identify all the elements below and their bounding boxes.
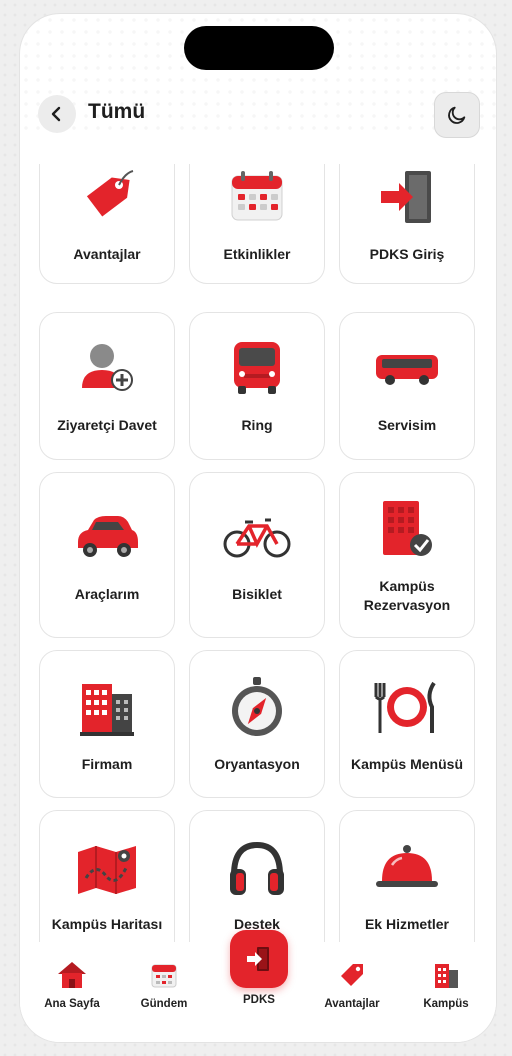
calendar-icon <box>190 164 324 247</box>
bus-icon <box>340 317 474 417</box>
nav-agenda[interactable]: Gündem <box>124 958 204 1018</box>
tile-araclarim[interactable]: Araçlarım <box>39 472 175 638</box>
tile-pdks-giris[interactable]: PDKS Giriş <box>339 164 475 284</box>
tile-label: Servisim <box>377 417 437 433</box>
dynamic-island <box>184 26 334 70</box>
tag-icon <box>40 164 174 247</box>
home-icon <box>55 958 89 992</box>
nav-campus-label: Kampüs <box>423 998 469 1010</box>
tile-label: Kampüs Menüsü <box>350 756 463 772</box>
add-person-icon <box>40 317 174 417</box>
tile-label: Firmam <box>81 756 133 772</box>
nav-pdks-button[interactable] <box>230 930 288 988</box>
tile-label: Araçlarım <box>74 586 140 602</box>
phone-screen: Tümü Avantajlar Etkinlikler PDKS Giriş Z… <box>20 14 496 1042</box>
nav-home[interactable]: Ana Sayfa <box>32 958 112 1018</box>
office-buildings-icon <box>40 657 174 757</box>
tile-kampus-menusu[interactable]: Kampüs Menüsü <box>339 650 475 798</box>
nav-advantages[interactable]: Avantajlar <box>312 958 392 1018</box>
tile-label: Bisiklet <box>232 586 282 602</box>
page-title: Tümü <box>88 100 146 123</box>
headphones-icon <box>190 819 324 919</box>
tile-label: Avantajlar <box>73 246 141 262</box>
tile-firmam[interactable]: Firmam <box>39 650 175 798</box>
tile-avantajlar[interactable]: Avantajlar <box>39 164 175 284</box>
bottom-navigation: Ana Sayfa Gündem PDKS Avantajlar Kampüs <box>20 930 496 1042</box>
tile-label: Kampüs Haritası <box>51 916 163 932</box>
theme-toggle-button[interactable] <box>434 92 480 138</box>
tile-servisim[interactable]: Servisim <box>339 312 475 460</box>
minibus-icon <box>190 317 324 417</box>
tile-label: Ek Hizmetler <box>364 916 450 932</box>
tile-kampus-rezervasyon[interactable]: Kampüs Rezervasyon <box>339 472 475 638</box>
tile-label: Etkinlikler <box>223 246 291 262</box>
bicycle-icon <box>190 487 324 587</box>
tile-ek-hizmetler[interactable]: Ek Hizmetler <box>339 810 475 954</box>
car-icon <box>40 487 174 587</box>
map-icon <box>40 819 174 919</box>
back-button[interactable] <box>38 95 76 133</box>
nav-campus[interactable]: Kampüs <box>406 958 486 1018</box>
plate-cutlery-icon <box>340 657 474 757</box>
tile-etkinlikler[interactable]: Etkinlikler <box>189 164 325 284</box>
calendar-icon <box>147 958 181 992</box>
nav-agenda-label: Gündem <box>140 998 188 1010</box>
tile-label: Ziyaretçi Davet <box>57 417 157 433</box>
compass-icon <box>190 657 324 757</box>
nav-home-label: Ana Sayfa <box>44 998 100 1010</box>
tile-label: Oryantasyon <box>214 756 300 772</box>
tile-kampus-haritasi[interactable]: Kampüs Haritası <box>39 810 175 954</box>
header: Tümü <box>38 92 480 138</box>
tile-oryantasyon[interactable]: Oryantasyon <box>189 650 325 798</box>
nav-pdks-label: PDKS <box>243 994 275 1006</box>
nav-advantages-label: Avantajlar <box>324 998 380 1010</box>
chevron-left-icon <box>51 106 61 122</box>
service-cloche-icon <box>340 819 474 919</box>
tile-bisiklet[interactable]: Bisiklet <box>189 472 325 638</box>
features-grid: Avantajlar Etkinlikler PDKS Giriş Ziyare… <box>20 164 496 954</box>
tile-label: Ring <box>241 417 273 433</box>
moon-icon <box>448 106 466 124</box>
door-enter-icon <box>340 164 474 247</box>
office-buildings-icon <box>429 958 463 992</box>
tag-icon <box>335 958 369 992</box>
tile-ziyaretci-davet[interactable]: Ziyaretçi Davet <box>39 312 175 460</box>
tile-ring[interactable]: Ring <box>189 312 325 460</box>
building-check-icon <box>340 479 474 579</box>
tile-label: Kampüs Rezervasyon <box>363 578 451 613</box>
tile-label: PDKS Giriş <box>369 246 445 262</box>
door-enter-icon <box>247 947 269 971</box>
